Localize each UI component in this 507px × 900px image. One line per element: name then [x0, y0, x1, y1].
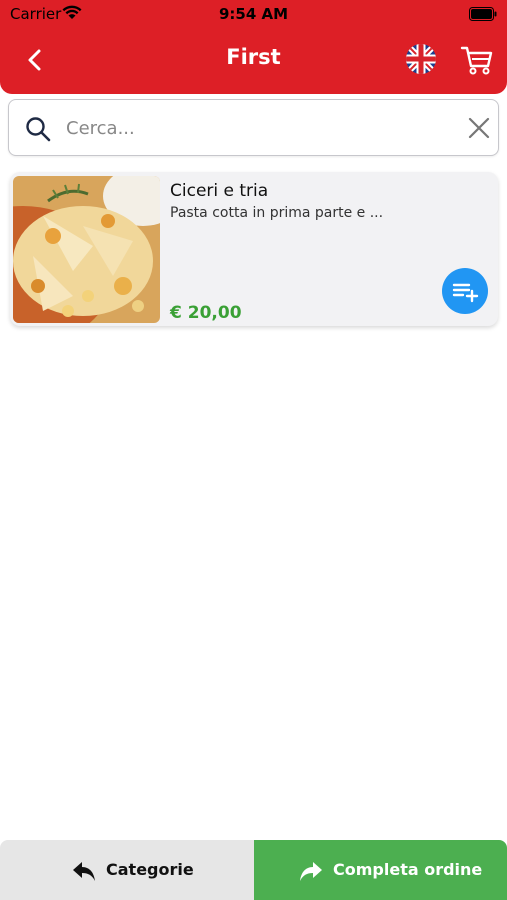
uk-flag-icon[interactable]: [406, 44, 436, 74]
reply-icon: [73, 862, 95, 881]
complete-order-button[interactable]: Completa ordine: [254, 840, 507, 900]
playlist-add-icon: [452, 283, 479, 303]
status-bar: Carrier 9:54 AM: [0, 0, 507, 28]
product-description: Pasta cotta in prima parte e ...: [170, 205, 384, 221]
add-to-order-button[interactable]: [442, 268, 488, 314]
bottom-bar: Categorie Completa ordine: [0, 840, 507, 900]
complete-order-label: Completa ordine: [333, 860, 483, 879]
close-icon[interactable]: [467, 116, 491, 140]
search-icon: [26, 117, 51, 142]
cart-icon[interactable]: [460, 44, 494, 76]
search-bar: [8, 99, 499, 156]
product-card[interactable]: Ciceri e tria Pasta cotta in prima parte…: [10, 172, 498, 326]
categories-label: Categorie: [106, 860, 194, 879]
clock: 9:54 AM: [218, 5, 289, 23]
app-header: Carrier 9:54 AM First: [0, 0, 507, 94]
product-name: Ciceri e tria: [170, 181, 269, 201]
search-input[interactable]: [66, 112, 446, 144]
product-price: € 20,00: [170, 303, 242, 323]
categories-button[interactable]: Categorie: [0, 840, 254, 900]
battery-icon: [469, 7, 497, 21]
share-arrow-icon: [300, 862, 322, 881]
product-image: [13, 176, 160, 323]
